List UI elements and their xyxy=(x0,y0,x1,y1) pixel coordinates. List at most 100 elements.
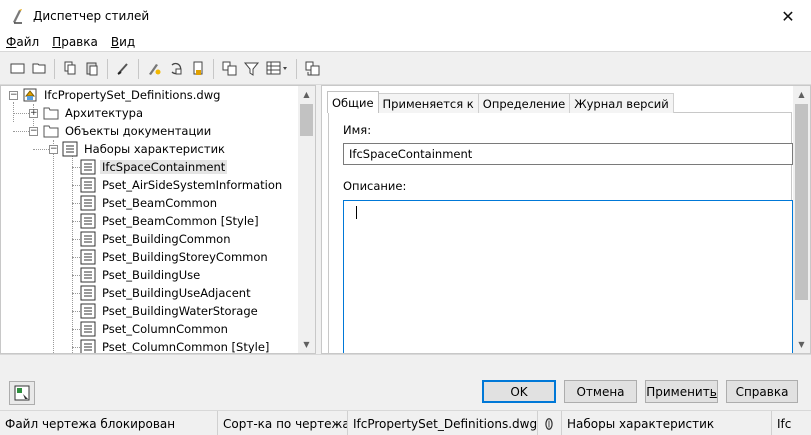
view-options-button[interactable] xyxy=(262,58,292,80)
tree-guide xyxy=(72,167,80,168)
scroll-down-arrow[interactable]: ▼ xyxy=(298,336,315,353)
tree-folder-documentation[interactable]: Объекты документации xyxy=(43,122,213,140)
view-options-icon xyxy=(266,61,287,75)
tree-item[interactable]: Pset_BuildingCommon xyxy=(80,230,233,248)
purge-button[interactable] xyxy=(112,58,134,80)
tree-item[interactable]: IfcSpaceContainment xyxy=(80,158,228,176)
tab-strip: Общие Применяется к Определение Журнал в… xyxy=(327,91,674,113)
tree-category[interactable]: Наборы характеристик xyxy=(62,140,227,158)
tree-scrollbar[interactable]: ▲ ▼ xyxy=(298,86,315,353)
style-tree[interactable]: − IfcPropertySet_Definitions.dwg + Архит… xyxy=(0,85,316,354)
name-field[interactable]: IfcSpaceContainment xyxy=(343,143,793,165)
status-lock-state: Файл чертежа блокирован xyxy=(5,416,176,431)
apply-button-label: Применит xyxy=(646,384,710,399)
set-from-button[interactable] xyxy=(165,58,187,80)
menu-bar: Файл Правка Вид xyxy=(0,32,811,52)
tree-item[interactable]: Pset_BuildingUse xyxy=(80,266,202,284)
toggle-details-button[interactable] xyxy=(9,381,35,405)
property-set-icon xyxy=(80,285,96,301)
tree-item[interactable]: Pset_ColumnCommon [Style] xyxy=(80,338,271,353)
close-button[interactable]: ✕ xyxy=(765,0,811,32)
scroll-up-arrow[interactable]: ▲ xyxy=(298,86,315,103)
tab-version-history[interactable]: Журнал версий xyxy=(569,93,674,113)
status-category: Наборы характеристик xyxy=(561,411,771,435)
ok-button[interactable]: OK xyxy=(482,380,556,403)
status-bar: Файл чертежа блокирован Сорт-ка по черте… xyxy=(0,410,811,435)
tree-item-label: Pset_BeamCommon [Style] xyxy=(102,214,259,228)
properties-pane: Имя: IfcSpaceContainment Описание: Общие… xyxy=(321,85,811,354)
tab-applies-to[interactable]: Применяется к xyxy=(377,93,479,113)
tree-guide xyxy=(13,131,29,132)
tree-item-label: Pset_ColumnCommon xyxy=(102,322,228,336)
copy-button[interactable] xyxy=(59,58,81,80)
tree-folder-architecture[interactable]: Архитектура xyxy=(43,104,145,122)
window-title: Диспетчер стилей xyxy=(33,9,150,23)
tree-item[interactable]: Pset_BuildingWaterStorage xyxy=(80,302,260,320)
menu-file-mnemonic: Ф xyxy=(6,34,17,49)
menu-edit[interactable]: Правка xyxy=(46,35,105,49)
edit-style-button[interactable] xyxy=(143,58,165,80)
folder-open-icon xyxy=(43,125,59,138)
menu-edit-label: равка xyxy=(61,34,98,49)
tree-item[interactable]: Pset_BuildingStoreyCommon xyxy=(80,248,270,266)
tree-root[interactable]: IfcPropertySet_Definitions.dwg xyxy=(22,86,222,104)
toolbar-separator xyxy=(213,58,214,79)
properties-scrollbar[interactable]: ▲ ▼ xyxy=(793,86,810,353)
link-icon xyxy=(545,417,553,430)
new-drawing-icon xyxy=(10,63,24,74)
filter-button[interactable] xyxy=(240,58,262,80)
help-button[interactable]: Справка xyxy=(726,380,798,403)
tree-item[interactable]: Pset_AirSideSystemInformation xyxy=(80,176,284,194)
expand-toggle[interactable]: + xyxy=(29,109,38,118)
tree-root-label: IfcPropertySet_Definitions.dwg xyxy=(44,88,221,102)
collapse-toggle[interactable]: − xyxy=(29,127,38,136)
toggle-view-icon xyxy=(222,61,236,76)
apply-button-mnemonic: ь xyxy=(709,384,717,399)
property-set-icon xyxy=(80,303,96,319)
tree-item-label: Pset_BuildingStoreyCommon xyxy=(102,250,268,264)
dialog-button-bar: OK Отмена Применит ь Справка xyxy=(0,354,811,409)
style-manager-icon xyxy=(13,9,22,24)
menu-view[interactable]: Вид xyxy=(105,35,142,49)
collapse-toggle[interactable]: − xyxy=(49,145,58,154)
toolbar-separator xyxy=(107,58,108,79)
tab-definition[interactable]: Определение xyxy=(477,93,571,113)
tree-item-label: Pset_BuildingUse xyxy=(102,268,201,282)
description-field[interactable] xyxy=(343,200,793,353)
tree-guide xyxy=(72,185,80,186)
scrollbar-thumb[interactable] xyxy=(300,104,313,136)
tree-item[interactable]: Pset_BeamCommon xyxy=(80,194,219,212)
scroll-down-arrow[interactable]: ▼ xyxy=(793,336,810,353)
tree-item-label: Pset_BuildingUseAdjacent xyxy=(102,286,251,300)
tree-guide xyxy=(72,293,80,294)
tree-item[interactable]: Pset_BeamCommon [Style] xyxy=(80,212,261,230)
cancel-button[interactable]: Отмена xyxy=(564,380,637,403)
toggle-view-button[interactable] xyxy=(218,58,240,80)
title-bar: Диспетчер стилей ✕ xyxy=(0,0,811,32)
tree-item[interactable]: Pset_BuildingUseAdjacent xyxy=(80,284,253,302)
menu-file[interactable]: Файл xyxy=(0,35,46,49)
lock-icon xyxy=(193,61,202,75)
status-drawing: IfcPropertySet_Definitions.dwg xyxy=(347,411,537,435)
sort-button[interactable] xyxy=(301,58,323,80)
scroll-up-arrow[interactable]: ▲ xyxy=(793,86,810,103)
paste-button[interactable] xyxy=(81,58,103,80)
tree-guide xyxy=(72,275,80,276)
tab-general[interactable]: Общие xyxy=(327,91,379,113)
window-details-icon xyxy=(14,385,30,401)
tree-item[interactable]: Pset_ColumnCommon xyxy=(80,320,230,338)
new-drawing-button[interactable] xyxy=(6,58,28,80)
text-caret xyxy=(356,206,357,219)
tree-guide xyxy=(72,239,80,240)
menu-view-label: ид xyxy=(119,34,136,49)
tree-guide xyxy=(13,102,14,122)
scrollbar-thumb[interactable] xyxy=(795,104,808,300)
property-set-icon xyxy=(80,213,96,229)
property-set-icon xyxy=(80,321,96,337)
toolbar-separator xyxy=(296,58,297,79)
open-drawing-button[interactable] xyxy=(28,58,50,80)
collapse-toggle[interactable]: − xyxy=(9,91,18,100)
property-set-icon xyxy=(80,195,96,211)
lock-button[interactable] xyxy=(187,58,209,80)
apply-button[interactable]: Применит ь xyxy=(645,380,718,403)
